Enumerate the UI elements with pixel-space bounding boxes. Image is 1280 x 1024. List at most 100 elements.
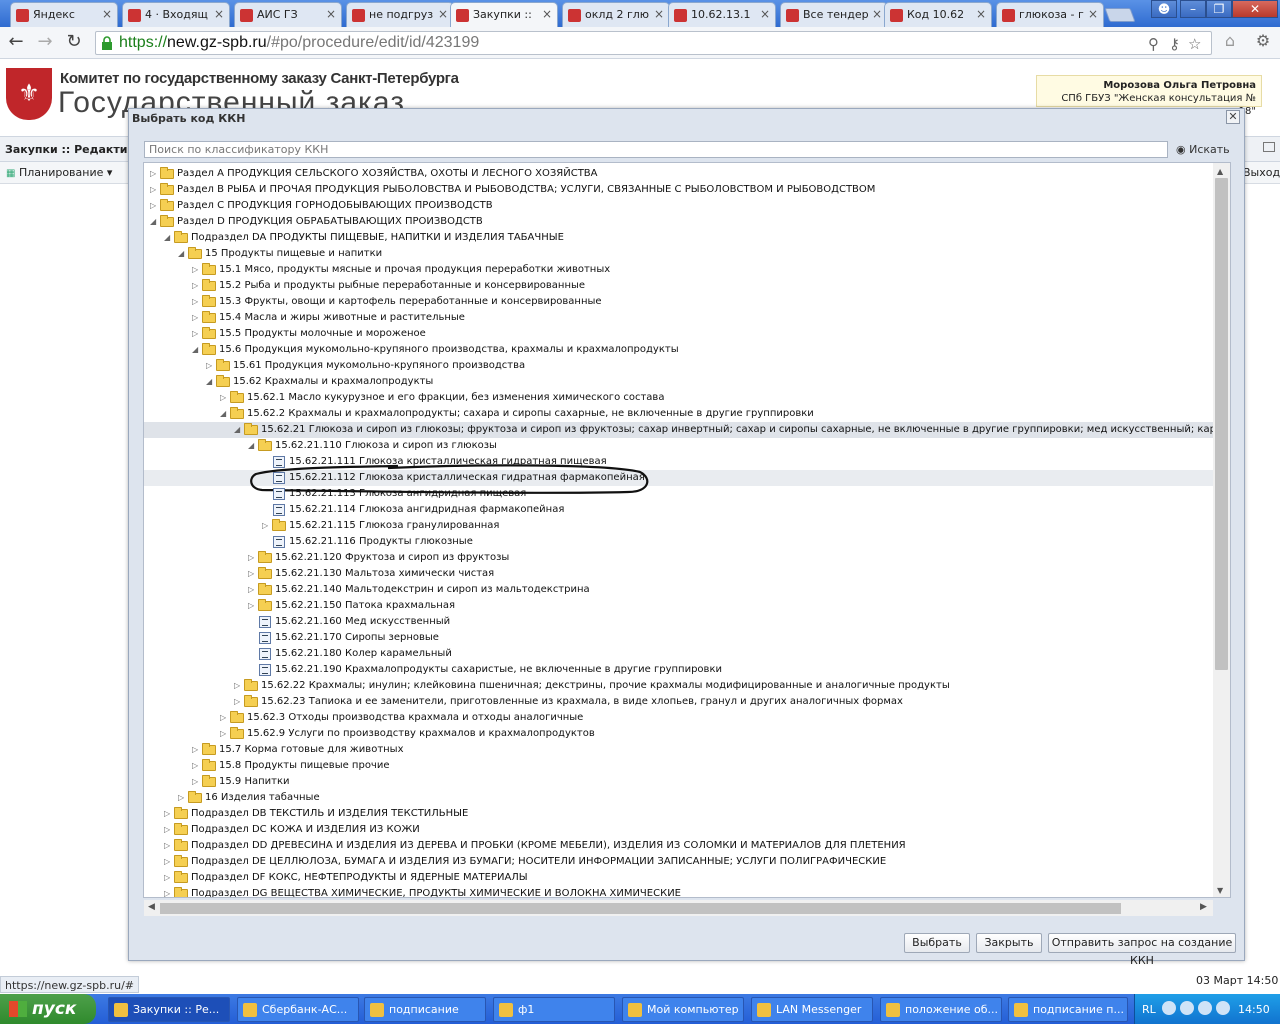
tree-node[interactable]: 15.62.21.190 Крахмалопродукты сахаристые… xyxy=(144,662,1214,678)
tree-node[interactable]: ▷ 15.62.3 Отходы производства крахмала и … xyxy=(144,710,1214,726)
tree-node[interactable]: ▷ Раздел A ПРОДУКЦИЯ СЕЛЬСКОГО ХОЗЯЙСТВА,… xyxy=(144,166,1214,182)
network-icon[interactable] xyxy=(1180,1001,1194,1015)
tree-node[interactable]: 15.62.21.170 Сиропы зерновые xyxy=(144,630,1214,646)
browser-tab[interactable]: оклд 2 глю × xyxy=(562,2,670,27)
forward-button[interactable]: → xyxy=(34,32,56,54)
tree-node[interactable]: ▷ Подраздел DE ЦЕЛЛЮЛОЗА, БУМАГА И ИЗДЕЛИ… xyxy=(144,854,1214,870)
expand-arrow-icon[interactable]: ▷ xyxy=(164,842,172,850)
minimize-button[interactable]: – xyxy=(1180,0,1206,18)
scroll-left-arrow-icon[interactable]: ◀ xyxy=(148,902,155,912)
tree-node[interactable]: ▷ 15.4 Масла и жиры животные и растительн… xyxy=(144,310,1214,326)
expand-arrow-icon[interactable]: ▷ xyxy=(192,282,200,290)
tree-node[interactable]: ▷ 15.61 Продукция мукомольно-крупяного пр… xyxy=(144,358,1214,374)
collapse-arrow-icon[interactable]: ◢ xyxy=(220,410,228,418)
tree-node[interactable]: ▷ 15.2 Рыба и продукты рыбные переработан… xyxy=(144,278,1214,294)
expand-arrow-icon[interactable]: ▷ xyxy=(150,202,158,210)
browser-tab[interactable]: 4 · Входящ × xyxy=(122,2,230,27)
expand-arrow-icon[interactable]: ▷ xyxy=(192,778,200,786)
expand-arrow-icon[interactable]: ▷ xyxy=(164,858,172,866)
tab-close-icon[interactable]: × xyxy=(654,7,664,21)
scroll-down-arrow-icon[interactable]: ▼ xyxy=(1217,886,1223,895)
security-icon[interactable] xyxy=(1198,1001,1212,1015)
horizontal-scroll-thumb[interactable] xyxy=(160,903,1121,914)
browser-tab[interactable]: Закупки :: × xyxy=(450,2,558,28)
tree-node[interactable]: ▷ Раздел B РЫБА И ПРОЧАЯ ПРОДУКЦИЯ РЫБОЛО… xyxy=(144,182,1214,198)
collapse-arrow-icon[interactable]: ◢ xyxy=(164,234,172,242)
tree-node[interactable]: ▷ 15.9 Напитки xyxy=(144,774,1214,790)
tab-close-icon[interactable]: × xyxy=(326,7,336,21)
search-button[interactable]: ◉ Искать xyxy=(1170,141,1230,158)
taskbar-item[interactable]: положение об... xyxy=(880,997,1002,1022)
planning-menu[interactable]: ▦ Планирование ▾ xyxy=(6,166,112,179)
tree-node[interactable]: ▷ 15.62.21.120 Фруктоза и сироп из фрукто… xyxy=(144,550,1214,566)
browser-tab[interactable]: не подгруз × xyxy=(346,2,454,27)
user-menu-button[interactable]: ☻ xyxy=(1151,0,1177,18)
tree-node[interactable]: ▷ 16 Изделия табачные xyxy=(144,790,1214,806)
close-button[interactable]: Закрыть xyxy=(976,933,1042,953)
tree-node[interactable]: ◢ 15 Продукты пищевые и напитки xyxy=(144,246,1214,262)
expand-arrow-icon[interactable]: ▷ xyxy=(248,554,256,562)
tree-node[interactable]: ▷ Раздел C ПРОДУКЦИЯ ГОРНОДОБЫВАЮЩИХ ПРОИ… xyxy=(144,198,1214,214)
expand-arrow-icon[interactable]: ▷ xyxy=(178,794,186,802)
tree-node[interactable]: ▷ 15.62.23 Тапиока и ее заменители, приго… xyxy=(144,694,1214,710)
vertical-scroll-thumb[interactable] xyxy=(1215,178,1228,670)
tree-node[interactable]: ▷ 15.62.22 Крахмалы; инулин; клейковина п… xyxy=(144,678,1214,694)
tree-node[interactable]: ▷ Подраздел DD ДРЕВЕСИНА И ИЗДЕЛИЯ ИЗ ДЕР… xyxy=(144,838,1214,854)
tree-node[interactable]: ▷ 15.3 Фрукты, овощи и картофель перерабо… xyxy=(144,294,1214,310)
tree-node[interactable]: ▷ 15.62.21.115 Глюкоза гранулированная xyxy=(144,518,1214,534)
tree-node[interactable]: 15.62.21.160 Мед искусственный xyxy=(144,614,1214,630)
expand-arrow-icon[interactable]: ▷ xyxy=(150,170,158,178)
collapse-arrow-icon[interactable]: ◢ xyxy=(248,442,256,450)
tab-close-icon[interactable]: × xyxy=(760,7,770,21)
request-kkn-button[interactable]: Отправить запрос на создание ККН xyxy=(1048,933,1236,967)
collapse-arrow-icon[interactable]: ◢ xyxy=(178,250,186,258)
expand-arrow-icon[interactable]: ▷ xyxy=(220,714,228,722)
collapse-arrow-icon[interactable]: ◢ xyxy=(192,346,200,354)
tree-node[interactable]: ◢ Подраздел DA ПРОДУКТЫ ПИЩЕВЫЕ, НАПИТКИ … xyxy=(144,230,1214,246)
update-icon[interactable] xyxy=(1216,1001,1230,1015)
tab-close-icon[interactable]: × xyxy=(976,7,986,21)
expand-arrow-icon[interactable]: ▷ xyxy=(248,602,256,610)
zoom-icon[interactable]: ⚲ xyxy=(1148,35,1159,53)
tab-close-icon[interactable]: × xyxy=(214,7,224,21)
tree-node[interactable]: 15.62.21.116 Продукты глюкозные xyxy=(144,534,1214,550)
collapse-arrow-icon[interactable]: ◢ xyxy=(206,378,214,386)
expand-arrow-icon[interactable]: ▷ xyxy=(192,746,200,754)
browser-tab[interactable]: Все тендер × xyxy=(780,2,888,27)
kkn-search-input[interactable] xyxy=(144,141,1168,158)
tree-node[interactable]: ▷ Подраздел DF КОКС, НЕФТЕПРОДУКТЫ И ЯДЕР… xyxy=(144,870,1214,886)
tree-node[interactable]: ▷ 15.62.1 Масло кукурузное и его фракции,… xyxy=(144,390,1214,406)
back-button[interactable]: ← xyxy=(5,32,27,54)
window-close-button[interactable]: ✕ xyxy=(1232,0,1278,18)
tree-node[interactable]: ▷ Подраздел DB ТЕКСТИЛЬ И ИЗДЕЛИЯ ТЕКСТИЛ… xyxy=(144,806,1214,822)
expand-arrow-icon[interactable]: ▷ xyxy=(192,298,200,306)
taskbar-item[interactable]: подписание п... xyxy=(1008,997,1128,1022)
expand-arrow-icon[interactable]: ▷ xyxy=(234,682,242,690)
browser-tab[interactable]: Яндекс × xyxy=(10,2,118,27)
tree-node[interactable]: ▷ 15.62.21.130 Мальтоза химически чистая xyxy=(144,566,1214,582)
expand-arrow-icon[interactable]: ▷ xyxy=(220,730,228,738)
new-tab-button[interactable] xyxy=(1104,8,1136,22)
settings-wrench-icon[interactable]: ⚙ xyxy=(1252,31,1274,53)
collapse-arrow-icon[interactable]: ◢ xyxy=(150,218,158,226)
expand-arrow-icon[interactable]: ▷ xyxy=(164,890,172,898)
tab-close-icon[interactable]: × xyxy=(542,7,552,21)
tree-node[interactable]: ▷ Подраздел DC КОЖА И ИЗДЕЛИЯ ИЗ КОЖИ xyxy=(144,822,1214,838)
expand-arrow-icon[interactable]: ▷ xyxy=(248,586,256,594)
taskbar-item[interactable]: LAN Messenger xyxy=(751,997,873,1022)
key-icon[interactable]: ⚷ xyxy=(1169,35,1180,53)
browser-tab[interactable]: Код 10.62 × xyxy=(884,2,992,27)
tree-node[interactable]: ▷ 15.5 Продукты молочные и мороженое xyxy=(144,326,1214,342)
expand-arrow-icon[interactable]: ▷ xyxy=(192,762,200,770)
tree-node[interactable]: ◢ 15.6 Продукция мукомольно-крупяного про… xyxy=(144,342,1214,358)
expand-arrow-icon[interactable]: ▷ xyxy=(164,874,172,882)
maximize-panel-icon[interactable] xyxy=(1263,142,1275,152)
taskbar-item[interactable]: ф1 xyxy=(493,997,615,1022)
tree-node[interactable]: ◢ 15.62.21.110 Глюкоза и сироп из глюкозы xyxy=(144,438,1214,454)
expand-arrow-icon[interactable]: ▷ xyxy=(164,826,172,834)
taskbar-item[interactable]: Мой компьютер xyxy=(622,997,744,1022)
tab-close-icon[interactable]: × xyxy=(102,7,112,21)
dialog-close-button[interactable]: ✕ xyxy=(1226,110,1240,124)
tree-node[interactable]: ▷ 15.1 Мясо, продукты мясные и прочая про… xyxy=(144,262,1214,278)
scroll-up-arrow-icon[interactable]: ▲ xyxy=(1217,167,1223,176)
